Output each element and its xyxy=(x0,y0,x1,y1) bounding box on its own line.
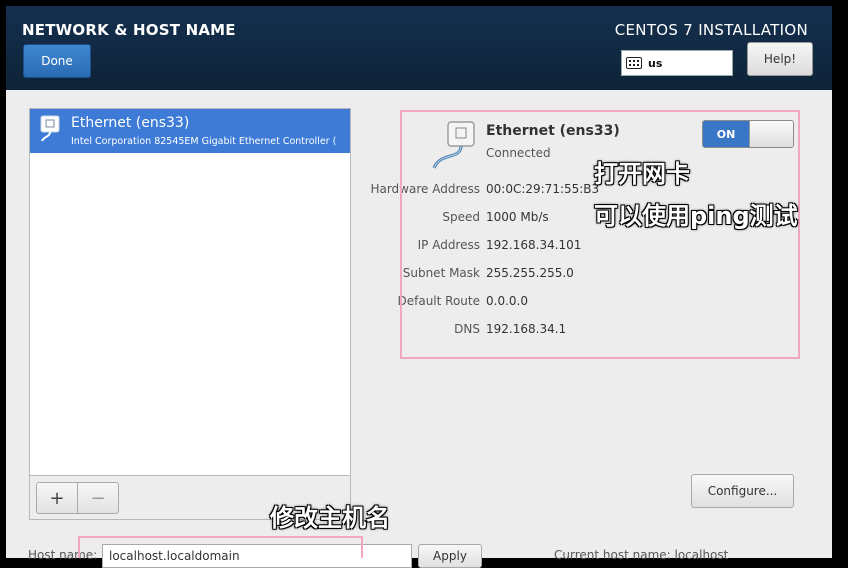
device-description: Intel Corporation 82545EM Gigabit Ethern… xyxy=(71,136,337,147)
annotation-ping-test: 可以使用ping测试 xyxy=(594,202,798,230)
help-button[interactable]: Help! xyxy=(747,42,813,76)
device-list-item[interactable]: Ethernet (ens33) Intel Corporation 82545… xyxy=(30,109,350,153)
done-button[interactable]: Done xyxy=(23,44,91,78)
annotation-change-hostname: 修改主机名 xyxy=(270,504,390,532)
apply-button[interactable]: Apply xyxy=(418,544,482,568)
configure-button[interactable]: Configure... xyxy=(691,474,794,508)
device-name: Ethernet (ens33) xyxy=(71,115,190,131)
top-bar: NETWORK & HOST NAME CENTOS 7 INSTALLATIO… xyxy=(6,6,832,90)
remove-device-button[interactable]: − xyxy=(77,482,119,514)
annotation-highlight-hostname xyxy=(78,536,363,558)
product-title: CENTOS 7 INSTALLATION xyxy=(614,21,808,39)
current-hostname: Current host name: localhost xyxy=(554,548,729,562)
keyboard-icon xyxy=(626,57,642,69)
device-list: Ethernet (ens33) Intel Corporation 82545… xyxy=(29,108,351,476)
ethernet-icon xyxy=(40,115,60,142)
annotation-highlight-details xyxy=(400,110,800,359)
add-device-button[interactable]: + xyxy=(36,482,78,514)
page-title: NETWORK & HOST NAME xyxy=(22,21,236,39)
keyboard-layout-label: us xyxy=(648,56,663,70)
annotation-enable-nic: 打开网卡 xyxy=(594,160,690,188)
keyboard-layout-indicator[interactable]: us xyxy=(621,50,733,76)
